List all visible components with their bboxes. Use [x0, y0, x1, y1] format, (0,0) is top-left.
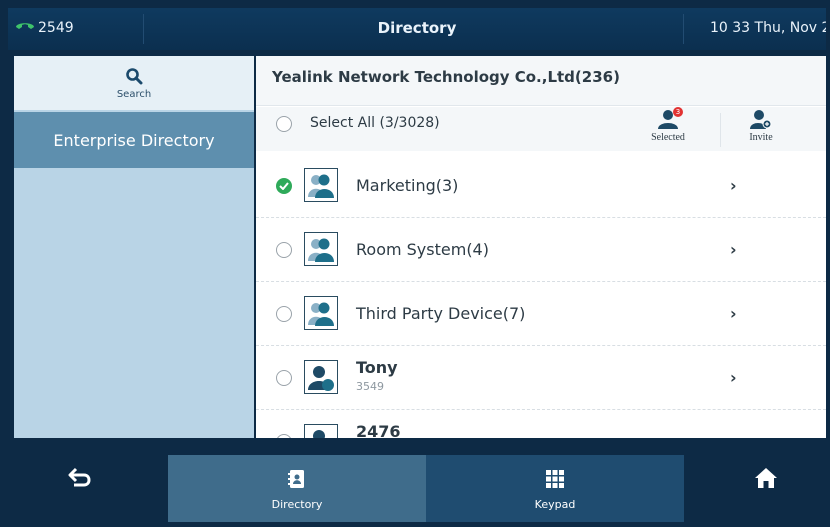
row-name: Room System(4) — [356, 240, 489, 259]
organization-title: Yealink Network Technology Co.,Ltd(236) — [272, 68, 620, 86]
select-all-label: Select All (3/3028) — [310, 115, 440, 131]
row-checkbox[interactable] — [276, 370, 292, 386]
list-item[interactable]: Room System(4) › — [256, 218, 826, 282]
chevron-right-icon: › — [730, 176, 737, 195]
search-label: Search — [116, 88, 152, 100]
row-checkbox[interactable] — [276, 178, 292, 194]
home-button[interactable] — [754, 467, 778, 493]
list-item[interactable]: Tony 3549 › — [256, 346, 826, 410]
row-name: Third Party Device(7) — [356, 304, 526, 323]
row-checkbox[interactable] — [276, 306, 292, 322]
selected-button[interactable]: 3 Selected — [641, 107, 695, 151]
row-checkbox[interactable] — [276, 242, 292, 258]
search-icon — [125, 67, 143, 89]
status-bar: 2549 Directory 10 33 Thu, Nov 2 — [8, 8, 826, 50]
list-item[interactable]: Third Party Device(7) › — [256, 282, 826, 346]
selected-count-badge: 3 — [673, 107, 683, 117]
group-icon — [304, 296, 338, 330]
selected-label: Selected — [651, 132, 685, 143]
select-all-bar: Select All (3/3028) 3 Selected Invite — [256, 107, 826, 151]
tab-keypad-label: Keypad — [534, 498, 576, 511]
row-checkbox[interactable] — [276, 434, 292, 438]
select-all-checkbox[interactable] — [276, 116, 292, 132]
contact-icon — [304, 360, 338, 394]
contact-icon — [304, 424, 338, 438]
sidebar-item-enterprise-directory[interactable]: Enterprise Directory — [14, 112, 254, 168]
back-arrow-icon — [68, 467, 92, 493]
clock: 10 33 Thu, Nov 2 — [710, 20, 826, 36]
group-icon — [304, 232, 338, 266]
sidebar: Search Enterprise Directory — [14, 56, 254, 438]
chevron-right-icon: › — [730, 368, 737, 387]
divider — [683, 14, 684, 44]
search-button[interactable]: Search — [14, 56, 254, 110]
sidebar-item-label: Enterprise Directory — [53, 130, 215, 150]
directory-header: Yealink Network Technology Co.,Ltd(236) — [256, 56, 826, 106]
list-item[interactable]: 2476 2476 › — [256, 410, 826, 438]
tab-directory[interactable]: Directory — [168, 455, 426, 522]
back-button[interactable] — [68, 467, 92, 493]
group-icon — [304, 168, 338, 202]
keypad-grid-icon — [545, 469, 565, 492]
chevron-right-icon: › — [730, 304, 737, 323]
chevron-right-icon: › — [730, 432, 737, 438]
directory-book-icon — [288, 469, 306, 492]
row-name: 2476 — [356, 422, 401, 438]
home-icon — [754, 468, 778, 493]
bottom-bar: Directory Keypad — [8, 441, 826, 522]
page-title: Directory — [377, 19, 457, 37]
invite-user-icon — [750, 109, 772, 132]
row-number: 3549 — [356, 380, 384, 393]
directory-panel: Yealink Network Technology Co.,Ltd(236) … — [256, 56, 826, 438]
invite-button[interactable]: Invite — [734, 107, 788, 151]
tab-keypad[interactable]: Keypad — [426, 455, 684, 522]
phone-screen: 2549 Directory 10 33 Thu, Nov 2 Search E… — [8, 8, 826, 522]
tab-directory-label: Directory — [271, 498, 323, 511]
list-item[interactable]: Marketing(3) › — [256, 154, 826, 218]
invite-label: Invite — [749, 132, 773, 143]
chevron-right-icon: › — [730, 240, 737, 259]
row-name: Marketing(3) — [356, 176, 459, 195]
selected-contacts-icon: 3 — [657, 107, 683, 132]
divider — [720, 113, 721, 147]
row-name: Tony — [356, 358, 398, 377]
